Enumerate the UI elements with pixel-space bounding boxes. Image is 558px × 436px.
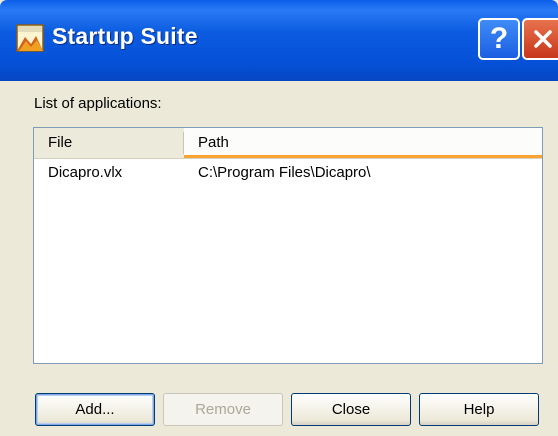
cell-path: C:\Program Files\Dicapro\ (198, 164, 371, 181)
cell-file: Dicapro.vlx (48, 164, 123, 181)
add-button[interactable]: Add... (35, 393, 155, 426)
close-x-icon (534, 30, 552, 48)
window-title: Startup Suite (52, 23, 198, 49)
title-help-button[interactable]: ? (478, 18, 520, 60)
column-header-path[interactable]: Path (184, 128, 542, 158)
column-header-file[interactable]: File (34, 128, 184, 158)
applications-list[interactable]: File Path Dicapro.vlx C:\Program Files\D… (33, 127, 543, 364)
title-bar[interactable]: Startup Suite ? (0, 0, 558, 81)
app-icon (16, 24, 44, 52)
help-button[interactable]: Help (419, 393, 539, 426)
column-file-label: File (48, 134, 73, 151)
list-header: File Path (34, 128, 542, 159)
startup-suite-dialog: Startup Suite ? List of applications: Fi… (0, 0, 558, 436)
column-path-label: Path (198, 134, 229, 151)
close-button[interactable]: Close (291, 393, 411, 426)
help-question-icon: ? (489, 22, 509, 55)
title-close-button[interactable] (522, 18, 558, 60)
list-label: List of applications: (34, 95, 162, 112)
remove-button[interactable]: Remove (163, 393, 283, 426)
